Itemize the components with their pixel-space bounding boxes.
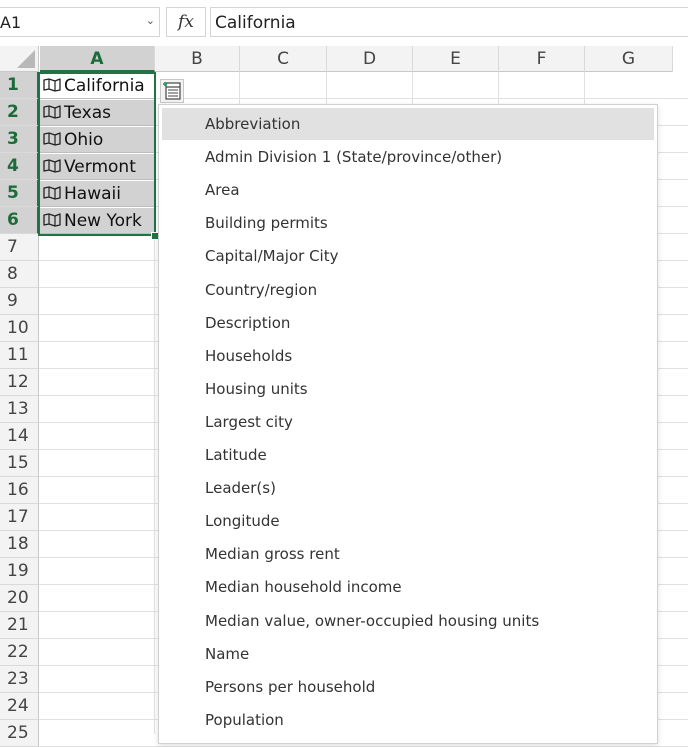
field-option[interactable]: Population [162, 704, 654, 736]
geography-map-icon [43, 128, 61, 146]
field-option[interactable]: Median value, owner-occupied housing uni… [162, 605, 654, 637]
cell-a3[interactable]: Ohio [40, 127, 155, 153]
column-header-f[interactable]: F [499, 46, 585, 72]
row-header-22[interactable]: 22 [0, 639, 39, 666]
column-header-g[interactable]: G [585, 46, 673, 72]
field-option[interactable]: Latitude [162, 439, 654, 471]
formula-bar: A1 ⌄ fx California [0, 0, 688, 42]
geography-map-icon [43, 101, 61, 119]
row-header-7[interactable]: 7 [0, 234, 39, 261]
formula-value: California [215, 13, 296, 33]
cell-text: Ohio [64, 130, 104, 150]
field-option[interactable]: Households [162, 340, 654, 372]
column-header-b[interactable]: B [155, 46, 240, 72]
row-header-13[interactable]: 13 [0, 396, 39, 423]
column-header-a[interactable]: A [40, 46, 155, 72]
cell-text: Vermont [64, 157, 136, 177]
row-header-8[interactable]: 8 [0, 261, 39, 288]
field-option[interactable]: Persons per household [162, 671, 654, 703]
row-header-24[interactable]: 24 [0, 693, 39, 720]
column-header-c[interactable]: C [240, 46, 327, 72]
name-box-value: A1 [0, 13, 22, 32]
field-option[interactable]: Name [162, 638, 654, 670]
row-header-1[interactable]: 1 [0, 72, 39, 99]
field-option[interactable]: Housing units [162, 373, 654, 405]
row-header-10[interactable]: 10 [0, 315, 39, 342]
row-header-2[interactable]: 2 [0, 99, 39, 126]
chevron-down-icon[interactable]: ⌄ [146, 14, 155, 27]
field-option[interactable]: Largest city [162, 406, 654, 438]
cell-a5[interactable]: Hawaii [40, 181, 155, 207]
geography-map-icon [43, 155, 61, 173]
field-option[interactable]: Median gross rent [162, 538, 654, 570]
row-header-21[interactable]: 21 [0, 612, 39, 639]
field-option[interactable]: Country/region [162, 274, 654, 306]
row-header-23[interactable]: 23 [0, 666, 39, 693]
insert-data-field-list[interactable]: Abbreviation Admin Division 1 (State/prov… [158, 104, 658, 744]
row-header-19[interactable]: 19 [0, 558, 39, 585]
field-option[interactable]: Longitude [162, 505, 654, 537]
cell-text: New York [64, 211, 142, 231]
field-option[interactable]: Leader(s) [162, 472, 654, 504]
select-all-button[interactable] [0, 46, 39, 72]
field-option[interactable]: Median household income [162, 571, 654, 603]
row-header-12[interactable]: 12 [0, 369, 39, 396]
insert-data-button[interactable] [160, 79, 184, 103]
row-header-15[interactable]: 15 [0, 450, 39, 477]
row-header-20[interactable]: 20 [0, 585, 39, 612]
field-option[interactable]: Description [162, 307, 654, 339]
cell-text: Hawaii [64, 184, 121, 204]
column-header-e[interactable]: E [413, 46, 499, 72]
cell-a6[interactable]: New York [40, 208, 155, 234]
cell-text: Texas [64, 103, 111, 123]
field-option[interactable]: Admin Division 1 (State/province/other) [162, 141, 654, 173]
cell-a2[interactable]: Texas [40, 100, 155, 126]
row-header-5[interactable]: 5 [0, 180, 39, 207]
row-header-17[interactable]: 17 [0, 504, 39, 531]
name-box[interactable]: A1 ⌄ [0, 7, 160, 37]
row-header-16[interactable]: 16 [0, 477, 39, 504]
row-header-3[interactable]: 3 [0, 126, 39, 153]
geography-map-icon [43, 74, 61, 92]
row-header-4[interactable]: 4 [0, 153, 39, 180]
insert-function-button[interactable]: fx [166, 7, 206, 37]
row-header-14[interactable]: 14 [0, 423, 39, 450]
cell-text: California [64, 76, 145, 96]
row-header-11[interactable]: 11 [0, 342, 39, 369]
geography-map-icon [43, 209, 61, 227]
insert-data-icon [163, 82, 181, 100]
field-option[interactable]: Area [162, 174, 654, 206]
geography-map-icon [43, 182, 61, 200]
row-header-18[interactable]: 18 [0, 531, 39, 558]
select-all-triangle-icon [17, 50, 35, 68]
field-option[interactable]: Capital/Major City [162, 240, 654, 272]
field-option[interactable]: Abbreviation [162, 108, 654, 140]
row-header-9[interactable]: 9 [0, 288, 39, 315]
formula-input[interactable]: California [210, 7, 688, 37]
cell-a4[interactable]: Vermont [40, 154, 155, 180]
field-option[interactable]: Building permits [162, 207, 654, 239]
column-header-d[interactable]: D [327, 46, 413, 72]
cell-a1[interactable]: California [40, 73, 155, 99]
row-header-6[interactable]: 6 [0, 207, 39, 234]
